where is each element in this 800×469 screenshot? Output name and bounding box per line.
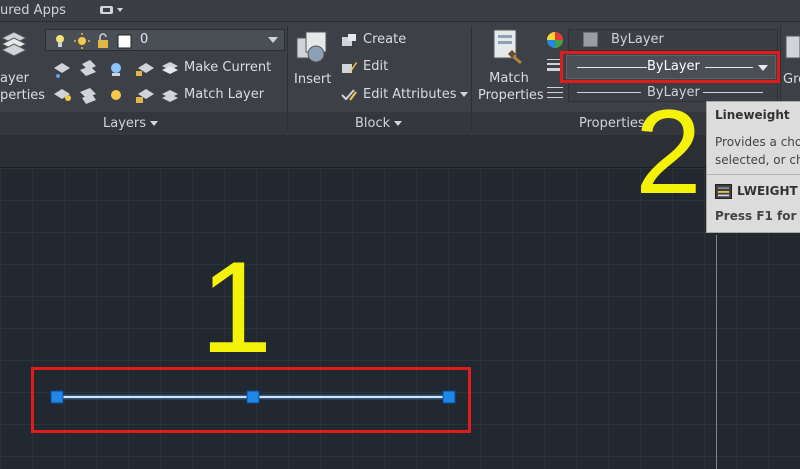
edit-attributes-button[interactable]: Edit Attributes (363, 86, 469, 104)
ribbon-tab-strip: ured Apps (0, 0, 800, 22)
make-current-icon (162, 62, 178, 74)
annotation-step-2: 2 (635, 85, 702, 219)
layers-panel-expand-icon (150, 121, 159, 126)
layer-properties-icon[interactable] (0, 28, 30, 68)
group-icon[interactable] (784, 32, 800, 62)
annotation-step-1: 1 (200, 234, 273, 380)
linetype-icon (547, 87, 563, 98)
color-swatch (583, 32, 598, 47)
block-panel-title-text: Block (355, 116, 391, 131)
layer-state-icons (56, 33, 132, 49)
insert-block-icon[interactable] (294, 30, 330, 66)
object-color-combo[interactable]: ByLayer (568, 29, 778, 51)
tooltip-desc-line-2: selected, or ch (715, 153, 800, 167)
make-current-button[interactable]: Make Current (184, 59, 271, 77)
edit-attributes-label: Edit Attributes (363, 87, 457, 102)
insert-button[interactable]: Insert (294, 71, 331, 88)
lineweight-tooltip: Lineweight Provides a cho selected, or c… (706, 101, 800, 233)
group-button[interactable]: Gro (783, 71, 800, 88)
tab-featured-apps[interactable]: ured Apps (0, 3, 66, 18)
tooltip-help-hint: Press F1 for m (715, 209, 800, 223)
tooltip-desc-line-1: Provides a cho (715, 135, 800, 149)
layer-properties-label-1: ayer (0, 71, 30, 86)
create-block-icon (342, 34, 356, 46)
tooltip-divider (707, 174, 800, 175)
match-properties-button[interactable]: Match Properties (478, 70, 544, 104)
match-layer-button[interactable]: Match Layer (184, 86, 264, 104)
layer-properties-button[interactable]: ayer perties (0, 70, 46, 104)
object-color-value: ByLayer (611, 32, 664, 47)
layer-tool-icons[interactable] (50, 58, 172, 108)
layers-panel-title-text: Layers (103, 116, 147, 131)
match-properties-label-2: Properties (478, 88, 544, 103)
layer-properties-label-2: perties (0, 88, 46, 103)
match-properties-icon[interactable] (490, 28, 526, 68)
edit-attributes-dropdown-icon (460, 92, 469, 97)
layer-combo-dropdown-icon[interactable] (268, 37, 278, 43)
lweight-command-icon (715, 184, 732, 199)
lineweight-highlight-box (560, 51, 780, 83)
layers-panel-title[interactable]: Layers (103, 116, 159, 131)
layer-combo-value: 0 (140, 32, 149, 47)
tooltip-description: Provides a cho selected, or ch (715, 133, 800, 169)
viewport-right-edge (716, 235, 717, 469)
linetype-sample-line (577, 92, 641, 93)
ribbon-options-icon[interactable] (98, 3, 126, 17)
object-color-icon (547, 32, 563, 48)
block-panel-title[interactable]: Block (355, 116, 403, 131)
tooltip-command-name: LWEIGHT (737, 184, 798, 198)
layer-combobox[interactable]: 0 (45, 29, 285, 51)
match-properties-label-1: Match (489, 71, 529, 86)
match-layer-icon (162, 90, 178, 102)
create-block-button[interactable]: Create (363, 31, 406, 49)
tooltip-title: Lineweight (715, 108, 790, 122)
block-panel-expand-icon (394, 121, 403, 126)
edit-attributes-icon (341, 89, 357, 101)
edit-block-button[interactable]: Edit (363, 58, 388, 76)
edit-block-icon (342, 62, 357, 73)
linetype-sample-line-right (703, 92, 763, 93)
